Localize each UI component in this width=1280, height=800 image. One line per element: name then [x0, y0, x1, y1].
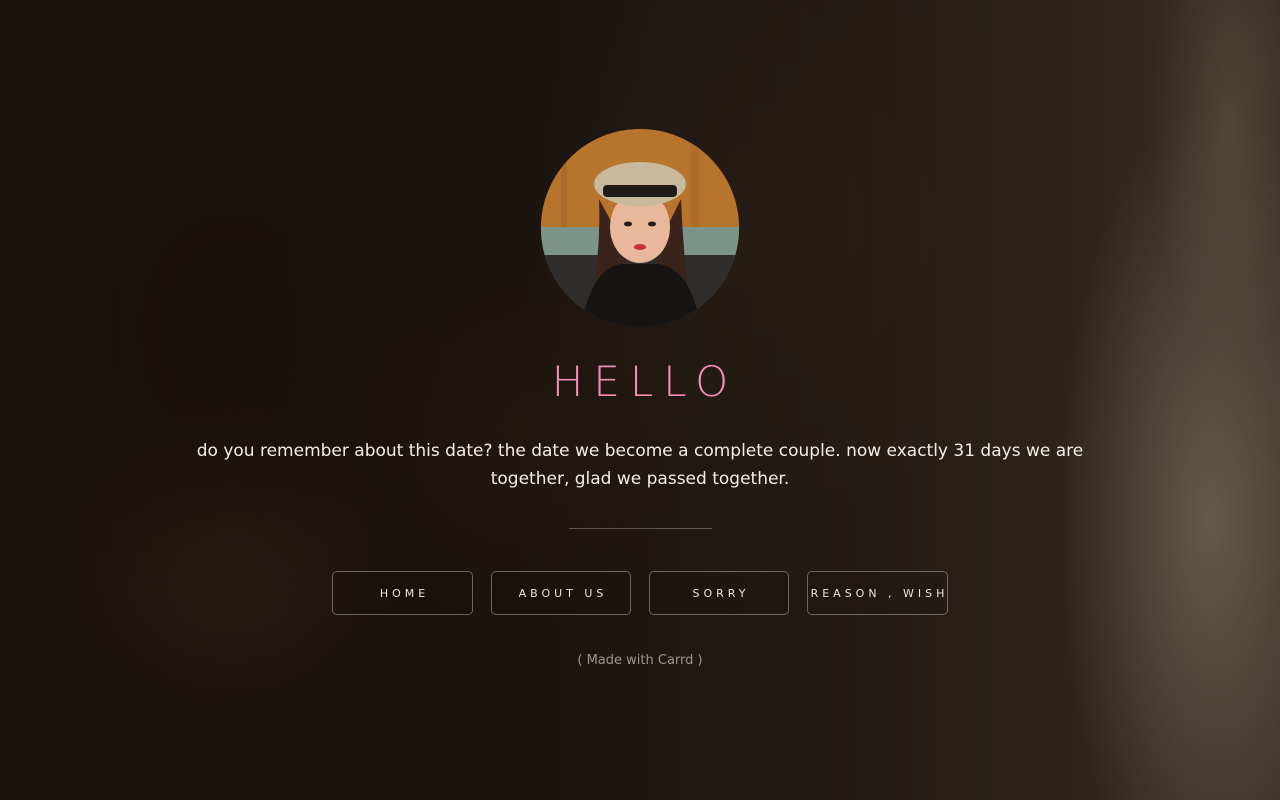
page: HELLO do you remember about this date? t… — [0, 0, 1280, 800]
home-button-label: HOME — [379, 586, 430, 600]
made-with-carrd-link[interactable]: ( Made with Carrd ) — [0, 651, 1280, 671]
sorry-button[interactable]: SORRY — [649, 571, 789, 615]
page-title: HELLO — [551, 357, 739, 406]
sorry-button-label: SORRY — [692, 586, 750, 600]
divider — [569, 528, 712, 529]
main-content: HELLO do you remember about this date? t… — [0, 0, 1280, 800]
avatar — [541, 129, 739, 327]
avatar-image — [541, 129, 739, 327]
about-us-button-label: ABOUT US — [518, 586, 608, 600]
reason-wish-button[interactable]: REASON , WISH — [807, 571, 948, 615]
home-button[interactable]: HOME — [332, 571, 473, 615]
about-us-button[interactable]: ABOUT US — [491, 571, 631, 615]
reason-wish-button-label: REASON , WISH — [810, 586, 949, 600]
message-text: do you remember about this date? the dat… — [196, 441, 1084, 489]
